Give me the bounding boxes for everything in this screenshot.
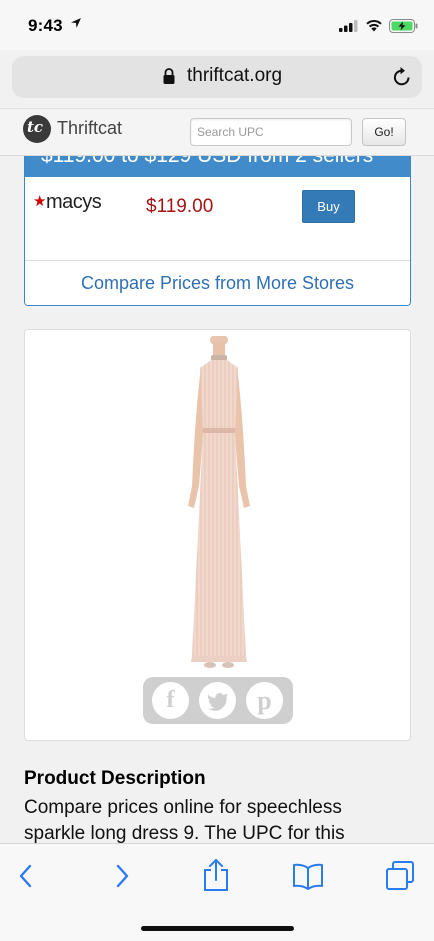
wifi-icon	[366, 19, 382, 32]
compare-prices-link[interactable]: Compare Prices from More Stores	[25, 273, 410, 294]
search-upc-input[interactable]	[190, 118, 352, 146]
status-bar: 9:43	[0, 0, 434, 50]
location-arrow-icon	[71, 18, 81, 28]
product-dress-image[interactable]	[168, 336, 268, 671]
product-description-title: Product Description	[24, 768, 206, 789]
site-header: tc Thriftcat Go!	[0, 108, 434, 156]
lock-icon	[163, 68, 175, 84]
price-range-text: $119.00 to $129 USD from 2 sellers	[41, 156, 373, 168]
share-icon[interactable]	[202, 858, 230, 892]
macys-logo-text: macys	[45, 191, 102, 213]
cellular-signal-icon	[339, 20, 358, 32]
store-price: $119.00	[146, 196, 214, 217]
price-range-header: $119.00 to $129 USD from 2 sellers	[25, 156, 410, 177]
logo-monogram: tc	[27, 118, 44, 136]
bookmarks-icon[interactable]	[292, 862, 324, 890]
product-image-card: f p	[24, 329, 411, 741]
site-name[interactable]: Thriftcat	[57, 118, 122, 139]
home-indicator[interactable]	[141, 926, 294, 931]
tabs-icon[interactable]	[384, 860, 416, 892]
back-icon[interactable]	[16, 862, 36, 890]
reload-icon[interactable]	[392, 66, 412, 88]
macys-star-icon: ★	[33, 193, 46, 210]
facebook-icon[interactable]: f	[152, 682, 189, 719]
buy-button[interactable]: Buy	[302, 190, 355, 223]
thriftcat-logo-icon[interactable]: tc	[23, 115, 51, 143]
compare-prices-row[interactable]: Compare Prices from More Stores	[25, 260, 410, 305]
battery-charging-icon	[389, 19, 418, 33]
url-text: thriftcat.org	[187, 65, 283, 86]
twitter-icon[interactable]	[199, 682, 236, 719]
status-time: 9:43	[28, 16, 63, 35]
macys-logo[interactable]: ★macys	[33, 191, 102, 214]
product-description-text: Compare prices online for speechless spa…	[24, 797, 345, 844]
store-row: ★macys $119.00 Buy	[25, 177, 410, 261]
address-bar[interactable]: thriftcat.org	[12, 56, 422, 98]
forward-icon[interactable]	[112, 862, 132, 890]
price-comparison-card: $119.00 to $129 USD from 2 sellers ★macy…	[24, 156, 411, 306]
pinterest-icon[interactable]: p	[246, 682, 283, 719]
go-button[interactable]: Go!	[362, 118, 406, 146]
social-share-bar: f p	[143, 677, 293, 724]
